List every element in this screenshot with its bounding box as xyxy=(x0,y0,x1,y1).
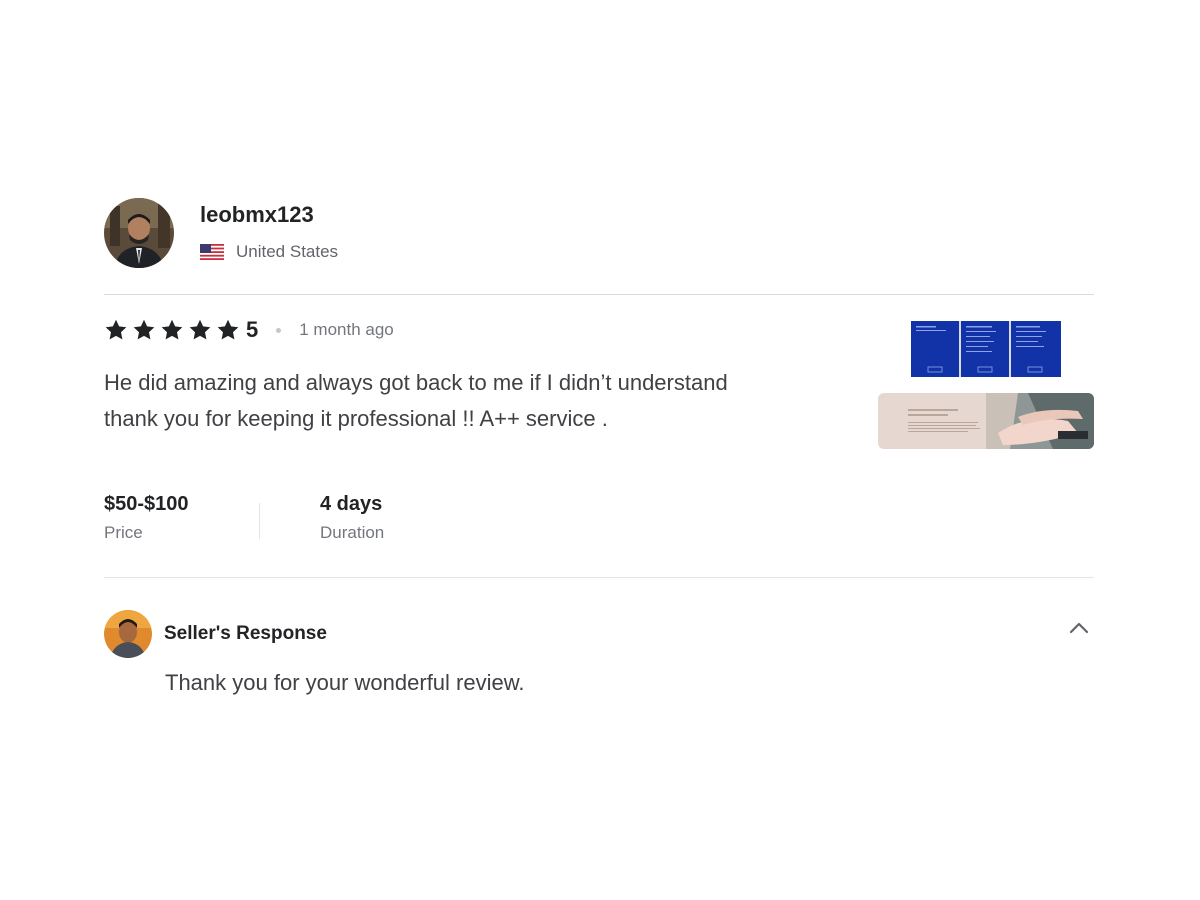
price-block: $50-$100 Price xyxy=(104,491,259,543)
seller-response: Seller's Response Thank you for your won… xyxy=(104,578,1094,708)
review-card: leobmx123 United States 5 1 month ago He… xyxy=(104,198,1094,708)
review-meta: $50-$100 Price 4 days Duration xyxy=(104,491,384,543)
collapse-response-button[interactable] xyxy=(1064,616,1094,640)
seller-response-header: Seller's Response xyxy=(104,610,327,658)
price-label: Price xyxy=(104,523,143,542)
reviewer-username[interactable]: leobmx123 xyxy=(200,202,338,228)
reviewer-avatar[interactable] xyxy=(104,198,174,268)
star-icon xyxy=(217,319,239,340)
reviewer-header: leobmx123 United States xyxy=(104,198,1094,272)
seller-avatar[interactable] xyxy=(104,610,152,658)
seller-response-text: Thank you for your wonderful review. xyxy=(165,670,525,695)
delivery-thumbnail-2[interactable] xyxy=(878,393,1094,449)
seller-response-title: Seller's Response xyxy=(164,623,327,644)
chevron-up-icon xyxy=(1069,622,1089,634)
star-icon xyxy=(161,319,183,340)
review-text: He did amazing and always got back to me… xyxy=(104,370,728,431)
review-body: 5 1 month ago He did amazing and always … xyxy=(104,295,1094,577)
rating-row: 5 1 month ago xyxy=(104,317,394,343)
duration-label: Duration xyxy=(320,523,385,542)
star-rating xyxy=(104,318,244,342)
price-value: $50-$100 xyxy=(104,493,189,515)
star-icon xyxy=(105,319,127,340)
delivery-thumbnail-1[interactable] xyxy=(911,321,1061,377)
reviewer-country: United States xyxy=(236,242,339,261)
star-icon xyxy=(133,319,155,340)
duration-value: 4 days xyxy=(320,493,383,515)
rating-value: 5 xyxy=(246,317,259,342)
dot-separator xyxy=(276,327,282,333)
us-flag-icon xyxy=(200,244,224,260)
review-time-ago: 1 month ago xyxy=(299,320,394,339)
duration-block: 4 days Duration xyxy=(260,491,384,543)
star-icon xyxy=(189,319,211,340)
reviewer-country-row: United States xyxy=(200,242,338,262)
